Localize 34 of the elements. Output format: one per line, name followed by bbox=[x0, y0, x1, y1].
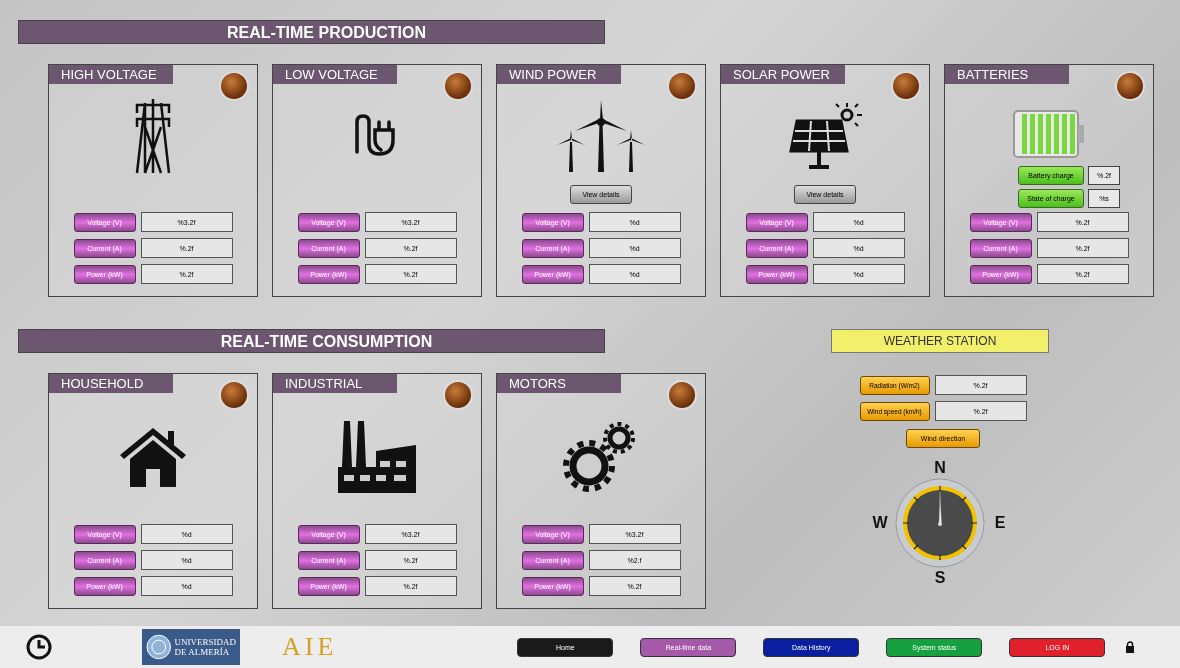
pylon-icon bbox=[135, 96, 171, 175]
compass-label: E bbox=[994, 514, 1006, 532]
solar-panel-icon bbox=[787, 100, 863, 171]
indicator-light bbox=[893, 73, 919, 99]
panel-title: BATTERIES bbox=[945, 65, 1069, 84]
compass-label: W bbox=[872, 514, 888, 532]
battery-icon bbox=[1012, 109, 1086, 159]
aie-logo: AIE bbox=[282, 632, 338, 662]
panel-title: INDUSTRIAL bbox=[273, 374, 397, 393]
house-icon bbox=[118, 425, 188, 489]
clock-icon[interactable] bbox=[26, 634, 52, 660]
indicator-light bbox=[669, 73, 695, 99]
indicator-light bbox=[445, 73, 471, 99]
logo-text: UNIVERSIDAD bbox=[174, 637, 236, 647]
panel-title: HOUSEHOLD bbox=[49, 374, 173, 393]
indicator-light bbox=[221, 73, 247, 99]
indicator-light bbox=[221, 382, 247, 408]
panel-title: SOLAR POWER bbox=[721, 65, 845, 84]
panel-title: LOW VOLTAGE bbox=[273, 65, 397, 84]
panel-title: HIGH VOLTAGE bbox=[49, 65, 173, 84]
panel-title: WIND POWER bbox=[497, 65, 621, 84]
indicator-light bbox=[445, 382, 471, 408]
section-header: REAL-TIME CONSUMPTION bbox=[18, 329, 605, 353]
seal-icon bbox=[146, 634, 172, 660]
panel-title: MOTORS bbox=[497, 374, 621, 393]
compass-label: N bbox=[934, 459, 946, 477]
indicator-light bbox=[669, 382, 695, 408]
logo-text: DE ALMERÍA bbox=[174, 647, 231, 657]
compass-label: S bbox=[934, 569, 946, 587]
lock-icon[interactable] bbox=[1125, 641, 1136, 653]
indicator-light bbox=[1117, 73, 1143, 99]
factory-icon bbox=[338, 421, 416, 493]
weather-station-title: WEATHER STATION bbox=[831, 329, 1049, 353]
section-header: REAL-TIME PRODUCTION bbox=[18, 20, 605, 44]
